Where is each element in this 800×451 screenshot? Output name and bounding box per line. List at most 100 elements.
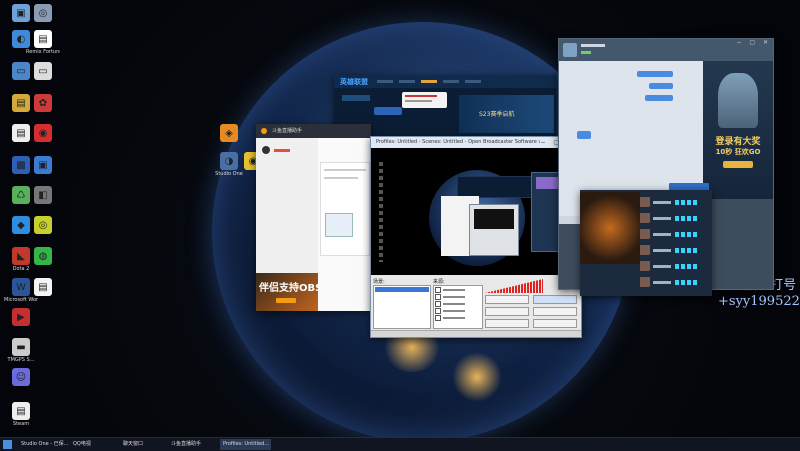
member-avatar [640,245,650,255]
source-item[interactable] [435,287,481,293]
nav-item[interactable] [465,80,481,83]
source-item[interactable] [435,308,481,314]
member-avatar [640,261,650,271]
taskbar-item[interactable]: 聊天窗口 [120,439,169,450]
member-badges [675,231,697,237]
member-badges [675,263,697,269]
app-icon: ▬ [12,338,30,356]
nav-item[interactable] [443,80,459,83]
member-row[interactable] [640,244,708,256]
taskbar-item[interactable]: Studio One - 已保... [18,439,71,450]
source-item[interactable] [435,294,481,300]
obs-control-button[interactable] [533,307,577,316]
source-checkbox[interactable] [435,287,441,293]
game-button[interactable] [374,107,402,115]
desktop-icon[interactable]: ◈ [212,124,246,143]
desktop-icon[interactable]: ▤ Steam [4,402,38,427]
sources-list[interactable] [433,285,483,329]
qq-window-controls[interactable]: − ▢ ✕ [736,39,771,46]
obs-window[interactable]: Profiles: Untitled - Scenes: Untitled - … [370,136,582,338]
desktop-icon[interactable]: ◍ [26,247,60,266]
obs-helper-titlebar: 斗鱼直播助手 [256,124,371,138]
desktop-icon[interactable]: ◎ [26,4,60,23]
sources-label: 来源: [433,279,445,285]
desktop-icon[interactable]: ◧ [26,186,60,205]
member-badges [675,279,697,285]
app-icon: ▤ [12,402,30,420]
desktop-icon[interactable]: ▶ [4,308,38,327]
obs-control-button[interactable] [533,295,577,304]
app-icon: ◎ [34,4,52,22]
taskbar-item[interactable]: 斗鱼直播助手 [168,439,221,450]
obs-control-button[interactable] [485,307,529,316]
overlay-line2: +syy1995222 [718,294,800,309]
source-checkbox[interactable] [435,301,441,307]
source-checkbox[interactable] [435,294,441,300]
desktop-icon[interactable]: ◉ [26,124,60,143]
desktop-icon[interactable]: ▭ [26,62,60,81]
nav-item[interactable] [421,80,437,83]
nav-item[interactable] [377,80,393,83]
member-row[interactable] [640,196,708,208]
app-icon: ◍ [34,247,52,265]
desktop-icon[interactable]: ◎ [26,216,60,235]
banner-button[interactable] [276,298,296,303]
qq-ad-panel[interactable]: 登录有大奖 10秒 狂欢GO [703,61,773,199]
member-badges [675,215,697,221]
member-row[interactable] [640,276,708,288]
obs-helper-window[interactable]: 斗鱼直播助手 伴侣支持OBS [256,124,371,311]
desktop-icon-label: Steam [12,421,30,427]
obs-support-banner[interactable]: 伴侣支持OBS [256,273,322,311]
game-search[interactable] [342,95,370,101]
obs-control-button[interactable] [485,319,529,328]
source-checkbox[interactable] [435,308,441,314]
message-bubble [649,83,673,89]
ad-title: 登录有大奖 [715,137,761,147]
member-row[interactable] [640,260,708,272]
scenes-label: 场景: [373,279,385,285]
audio-meter [485,279,543,293]
member-row[interactable] [640,212,708,224]
desktop-icon[interactable]: ▣ [26,156,60,175]
start-button[interactable] [3,440,12,449]
app-icon: ◈ [220,124,238,142]
nav-item[interactable] [399,80,415,83]
sources-panel: 来源: [433,278,483,330]
tray-clock[interactable] [754,440,794,449]
desktop-icon[interactable]: ▤Remix Fortune ... [26,30,60,55]
promo-banner[interactable]: S23赛季启航 [459,95,554,133]
qq-titlebar: − ▢ ✕ [559,39,773,61]
preview-icons [379,162,383,262]
member-avatar [640,197,650,207]
desktop-icon-label: TMGPS S... [7,357,35,363]
desktop-icon[interactable]: ✿ [26,94,60,113]
ad-button[interactable] [723,161,753,168]
member-row[interactable] [640,228,708,240]
game-logo: 英雄联盟 [340,77,368,86]
taskbar: Studio One - 已保... QQ电视 聊天窗口 斗鱼直播助手 Profiles… [0,437,800,451]
app-icon: ▭ [34,62,52,80]
desktop-icon[interactable]: ▤ [26,278,60,297]
app-icon: ▤ [34,30,52,48]
taskbar-item[interactable]: Profiles: Untitled... [220,439,271,450]
member-name [653,264,671,268]
message-bubble [637,71,673,77]
obs-preview [371,148,581,275]
member-name [653,200,671,204]
member-name [653,248,671,252]
app-icon: ◉ [34,124,52,142]
source-item[interactable] [435,315,481,321]
member-avatar [640,277,650,287]
scenes-list[interactable] [373,285,431,329]
desktop-icon[interactable]: ▬ TMGPS S... [4,338,38,363]
source-checkbox[interactable] [435,315,441,321]
app-icon: ✿ [34,94,52,112]
obs-control-button[interactable] [533,319,577,328]
taskbar-item[interactable]: QQ电视 [70,439,121,450]
promo-text: S23赛季启航 [479,111,515,118]
app-icon: ▶ [12,308,30,326]
obs-control-button[interactable] [485,295,529,304]
source-item[interactable] [435,301,481,307]
lol-emblem [580,192,640,264]
desktop-icon[interactable]: ☺ [4,368,38,387]
